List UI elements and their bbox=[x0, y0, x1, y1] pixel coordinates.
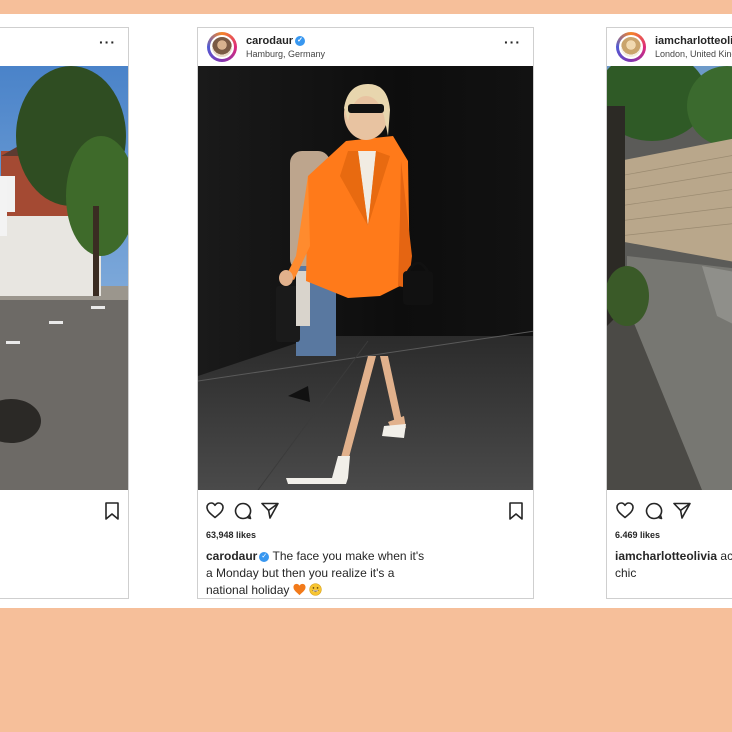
post-header: iamcharlotteolivia London, United Kingdo… bbox=[607, 28, 732, 66]
instagram-post-left: ··· bbox=[0, 27, 129, 599]
more-options-icon[interactable]: ··· bbox=[99, 35, 116, 49]
post-header: carodaur ✓ Hamburg, Germany ··· bbox=[198, 28, 533, 66]
post-location[interactable]: Hamburg, Germany bbox=[246, 49, 325, 59]
bookmark-icon[interactable] bbox=[508, 502, 524, 520]
comment-icon[interactable] bbox=[234, 502, 252, 520]
woman-in-orange-blazer-image bbox=[198, 66, 533, 490]
caption-username[interactable]: carodaur bbox=[206, 549, 257, 563]
garden-wall-image bbox=[607, 66, 732, 490]
post-username[interactable]: carodaur ✓ bbox=[246, 35, 306, 47]
post-photo-street[interactable] bbox=[0, 66, 128, 490]
likes-count[interactable]: 6.469 likes bbox=[615, 530, 660, 540]
post-actions bbox=[0, 502, 128, 524]
heart-icon[interactable] bbox=[616, 502, 634, 519]
post-location[interactable]: London, United Kingdom bbox=[655, 49, 732, 59]
post-actions bbox=[198, 502, 533, 524]
avatar[interactable] bbox=[616, 32, 646, 62]
street-scene-image bbox=[0, 66, 128, 490]
post-caption: iamcharlotteolivia ac... never looked so… bbox=[615, 548, 732, 582]
comment-icon[interactable] bbox=[645, 502, 663, 520]
grinning-face-emoji-icon bbox=[309, 583, 322, 596]
post-username[interactable]: iamcharlotteolivia bbox=[655, 35, 732, 47]
verified-badge-icon: ✓ bbox=[295, 36, 306, 47]
peach-background-top bbox=[0, 0, 732, 14]
likes-count[interactable]: 63,948 likes bbox=[206, 530, 256, 540]
more-options-icon[interactable]: ··· bbox=[504, 35, 521, 49]
post-header: ··· bbox=[0, 28, 128, 66]
verified-badge-icon: ✓ bbox=[259, 551, 270, 562]
post-photo-brick-wall[interactable] bbox=[607, 66, 732, 490]
heart-icon[interactable] bbox=[206, 502, 224, 519]
post-actions bbox=[607, 502, 732, 524]
peach-background-bottom bbox=[0, 608, 732, 732]
caption-username[interactable]: iamcharlotteolivia bbox=[615, 549, 717, 563]
share-icon[interactable] bbox=[261, 502, 279, 519]
instagram-post-center: carodaur ✓ Hamburg, Germany ··· 63,948 l… bbox=[197, 27, 534, 599]
avatar[interactable] bbox=[207, 32, 237, 62]
post-photo-orange-blazer[interactable] bbox=[198, 66, 533, 490]
bookmark-icon[interactable] bbox=[104, 502, 120, 520]
instagram-post-right: iamcharlotteolivia London, United Kingdo… bbox=[606, 27, 732, 599]
orange-heart-emoji-icon bbox=[293, 583, 306, 596]
share-icon[interactable] bbox=[673, 502, 691, 519]
post-caption: carodaur ✓ The face you make when it's a … bbox=[206, 548, 426, 598]
